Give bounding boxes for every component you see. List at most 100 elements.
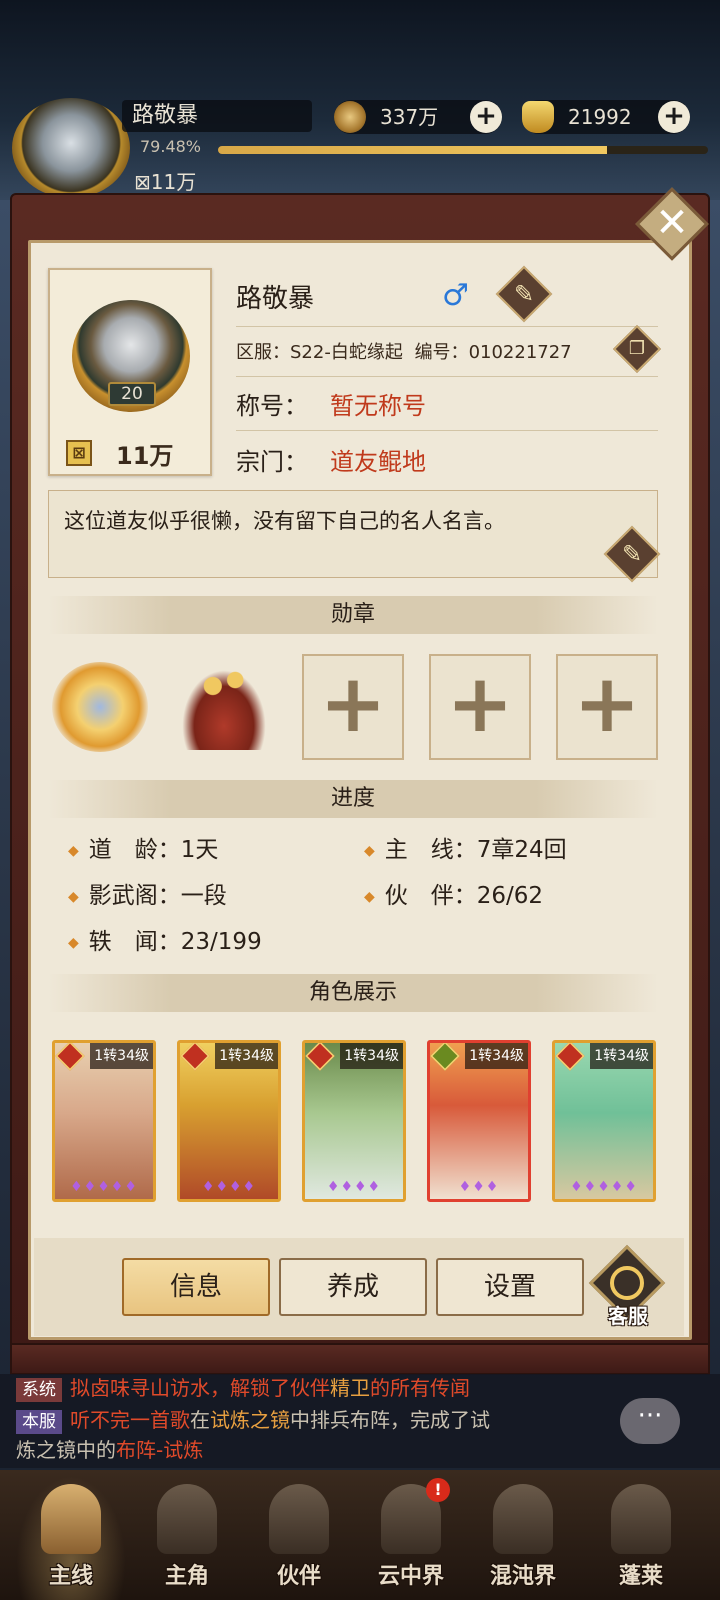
character-card[interactable]: 1转34级 ♦♦♦♦♦ bbox=[552, 1040, 656, 1202]
level-badge: 20 bbox=[108, 382, 156, 406]
nav-partners[interactable]: 伙伴 bbox=[244, 1476, 354, 1600]
empty-medal-slot[interactable]: + bbox=[556, 654, 658, 760]
brush-icon[interactable]: ✎ bbox=[612, 534, 652, 574]
nav-chaos-realm[interactable]: 混沌界 bbox=[468, 1476, 578, 1600]
empty-medal-slot[interactable]: + bbox=[302, 654, 404, 760]
id-label: 编号： bbox=[414, 342, 469, 363]
bullet-icon: ◆ bbox=[364, 842, 375, 859]
copper-resource: 337万 + bbox=[334, 100, 502, 134]
hud-exp-bar bbox=[218, 146, 708, 154]
close-icon[interactable]: ✕ bbox=[646, 198, 698, 250]
divider bbox=[236, 376, 658, 377]
chat-text: 炼之镜中的 bbox=[16, 1438, 116, 1462]
server-label: 区服： bbox=[236, 342, 290, 363]
character-card[interactable]: 1转34级 ♦♦♦♦♦ bbox=[52, 1040, 156, 1202]
character-level: 1转34级 bbox=[590, 1043, 653, 1069]
penglai-icon bbox=[611, 1484, 671, 1554]
coins-decoration bbox=[196, 668, 252, 698]
brush-icon[interactable]: ✎ bbox=[504, 274, 544, 314]
empty-medal-slot[interactable]: + bbox=[429, 654, 531, 760]
copy-icon[interactable]: ❐ bbox=[620, 332, 654, 366]
chaos-realm-icon bbox=[493, 1484, 553, 1554]
power-icon: ⊠ bbox=[66, 440, 92, 466]
chat-text: 听不完一首歌 bbox=[70, 1408, 190, 1432]
system-tag: 系统 bbox=[16, 1378, 62, 1402]
chat-text: 中排兵布阵，完成了试 bbox=[290, 1408, 490, 1432]
add-gold-button[interactable]: + bbox=[658, 101, 690, 133]
gold-value: 21992 bbox=[568, 105, 632, 129]
customer-service-label[interactable]: 客服 bbox=[596, 1300, 660, 1329]
nav-label: 云中界 bbox=[377, 1564, 444, 1589]
info-tab-button[interactable]: 信息 bbox=[122, 1258, 270, 1316]
progress-value: 23/199 bbox=[180, 929, 262, 955]
headset-icon[interactable] bbox=[610, 1266, 644, 1300]
golden-lotus-medal-icon[interactable] bbox=[52, 662, 148, 752]
nav-label: 混沌界 bbox=[489, 1564, 556, 1589]
server-tag: 本服 bbox=[16, 1410, 62, 1434]
progress-header: 进度 bbox=[48, 780, 658, 818]
progress-label: 主 线： bbox=[384, 837, 477, 863]
nav-penglai[interactable]: 蓬莱 bbox=[586, 1476, 696, 1600]
nav-cloud-realm[interactable]: 云中界 bbox=[356, 1476, 466, 1600]
settings-tab-button[interactable]: 设置 bbox=[436, 1258, 584, 1316]
progress-mainline: ◆ 主 线：7章24回 bbox=[364, 830, 567, 864]
nav-hero[interactable]: 主角 bbox=[132, 1476, 242, 1600]
chat-text: 在 bbox=[190, 1408, 210, 1432]
nav-mainline[interactable]: 主线 bbox=[16, 1476, 126, 1600]
hud-power: ⊠11万 bbox=[134, 170, 197, 194]
male-gender-icon: ♂ bbox=[442, 278, 469, 313]
chat-bubble-icon[interactable]: ··· bbox=[620, 1398, 680, 1444]
chat-highlight: 布阵-试炼 bbox=[116, 1438, 204, 1462]
title-value[interactable]: 暂无称号 bbox=[330, 386, 426, 421]
progress-age: ◆ 道 龄：1天 bbox=[68, 830, 218, 864]
divider bbox=[236, 430, 658, 431]
nav-label: 主角 bbox=[164, 1564, 209, 1589]
star-rating: ♦♦♦♦♦ bbox=[70, 1179, 138, 1195]
sect-label: 宗门： bbox=[236, 448, 308, 476]
progress-label: 影武阁： bbox=[88, 883, 181, 909]
hud-exp-percent: 79.48% bbox=[140, 137, 202, 156]
chat-highlight: 试炼之镜 bbox=[210, 1408, 290, 1432]
add-copper-button[interactable]: + bbox=[470, 101, 502, 133]
hud-power-value: 11万 bbox=[150, 170, 197, 194]
player-avatar[interactable] bbox=[12, 98, 130, 198]
character-card[interactable]: 1转34级 ♦♦♦♦ bbox=[177, 1040, 281, 1202]
character-level: 1转34级 bbox=[215, 1043, 278, 1069]
hud-exp-fill bbox=[218, 146, 608, 154]
chat-message: 炼之镜中的布阵-试炼 bbox=[16, 1434, 203, 1463]
character-level: 1转34级 bbox=[340, 1043, 403, 1069]
divider bbox=[236, 326, 658, 327]
hero-icon bbox=[157, 1484, 217, 1554]
chat-message: 本服 听不完一首歌在试炼之镜中排兵布阵，完成了试 bbox=[16, 1404, 490, 1434]
progress-label: 轶 闻： bbox=[88, 929, 181, 955]
progress-label: 伙 伴： bbox=[384, 883, 477, 909]
title-label: 称号： bbox=[236, 392, 308, 420]
character-level: 1转34级 bbox=[465, 1043, 528, 1069]
player-name: 路敬暴 bbox=[236, 284, 315, 314]
characters-header: 角色展示 bbox=[48, 974, 658, 1012]
nav-label: 伙伴 bbox=[276, 1564, 321, 1589]
progress-anecdotes: ◆ 轶 闻：23/199 bbox=[68, 922, 262, 956]
gold-resource: 21992 + bbox=[522, 100, 690, 134]
chat-message: 系统 拟卤味寻山访水，解锁了伙伴精卫的所有传闻 bbox=[16, 1372, 470, 1402]
alert-badge: ! bbox=[426, 1478, 450, 1502]
progress-value: 一段 bbox=[180, 883, 227, 909]
character-card[interactable]: 1转34级 ♦♦♦♦ bbox=[302, 1040, 406, 1202]
chat-text: 的所有传闻 bbox=[370, 1376, 470, 1400]
star-rating: ♦♦♦ bbox=[458, 1179, 500, 1195]
character-level: 1转34级 bbox=[90, 1043, 153, 1069]
bullet-icon: ◆ bbox=[364, 888, 375, 905]
character-card[interactable]: 1转34级 ♦♦♦ bbox=[427, 1040, 531, 1202]
nav-label: 蓬莱 bbox=[618, 1564, 663, 1589]
chat-highlight: 精卫 bbox=[330, 1376, 370, 1400]
progress-shadow-pavilion: ◆ 影武阁：一段 bbox=[68, 876, 227, 910]
star-rating: ♦♦♦♦♦ bbox=[570, 1179, 638, 1195]
bullet-icon: ◆ bbox=[68, 842, 79, 859]
train-tab-button[interactable]: 养成 bbox=[279, 1258, 427, 1316]
star-rating: ♦♦♦♦ bbox=[201, 1179, 257, 1195]
id-value: 010221727 bbox=[468, 342, 572, 363]
chat-text: 拟卤味寻山访水，解锁了伙伴 bbox=[70, 1376, 330, 1400]
bullet-icon: ◆ bbox=[68, 888, 79, 905]
progress-value: 1天 bbox=[180, 837, 219, 863]
sect-value[interactable]: 道友鲲地 bbox=[330, 442, 426, 477]
